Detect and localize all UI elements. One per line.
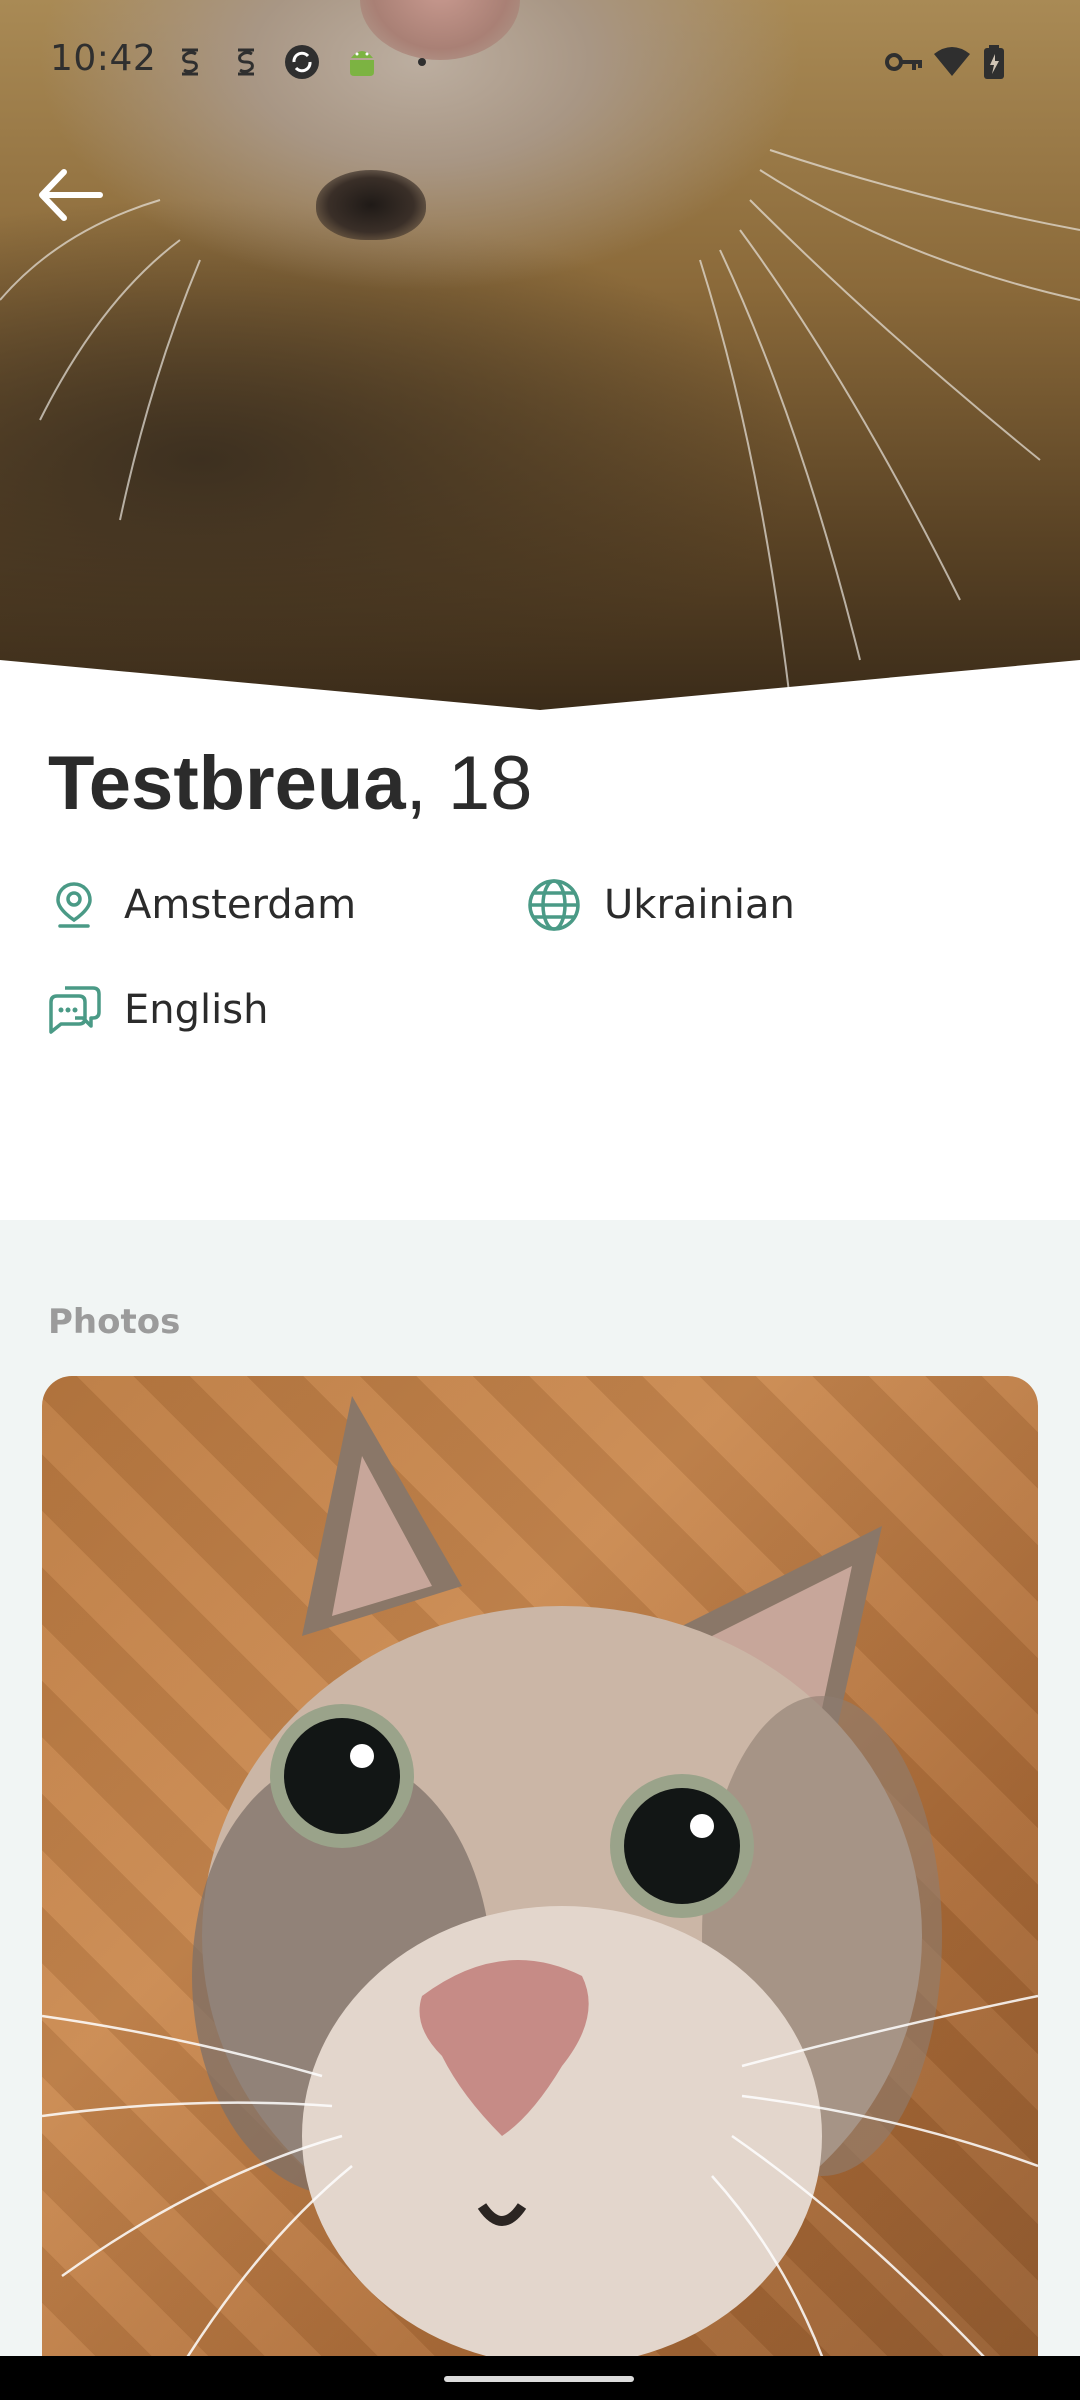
photo-item[interactable] [42, 1376, 1038, 2356]
sim-s-icon [238, 48, 254, 76]
vpn-key-icon [885, 53, 922, 71]
location-label: Amsterdam [124, 882, 357, 928]
profile-name: Testbreua [48, 741, 406, 826]
photos-section-title: Photos [48, 1302, 181, 1342]
sync-icon [285, 45, 319, 79]
location-item: Amsterdam [44, 875, 356, 935]
battery-icon [984, 45, 1004, 79]
map-pin-icon [44, 875, 104, 935]
profile-age: , 18 [405, 741, 533, 826]
language-label: English [124, 987, 269, 1033]
status-bar: 10:42 [0, 0, 1080, 120]
cat-photo [42, 1396, 1038, 2356]
language-item: English [44, 980, 268, 1040]
nationality-label: Ukrainian [604, 882, 795, 928]
android-icon [350, 51, 374, 76]
photos-section: Photos [0, 1220, 1080, 2356]
wifi-icon [934, 47, 970, 76]
sim-s-icon [182, 48, 198, 76]
home-indicator[interactable] [444, 2376, 634, 2382]
status-time: 10:42 [50, 38, 157, 79]
nationality-item: Ukrainian [524, 875, 795, 935]
chat-bubbles-icon [44, 980, 104, 1040]
back-button[interactable] [30, 160, 120, 230]
globe-icon [524, 875, 584, 935]
profile-cover-photo: 10:42 [0, 0, 1080, 712]
profile-info-card: Testbreua, 18 Amsterdam Ukrainian Englis… [0, 660, 1080, 1220]
arrow-left-icon [39, 169, 103, 221]
dot-icon [418, 58, 426, 66]
system-nav-bar [0, 2356, 1080, 2400]
profile-title: Testbreua, 18 [48, 740, 532, 827]
